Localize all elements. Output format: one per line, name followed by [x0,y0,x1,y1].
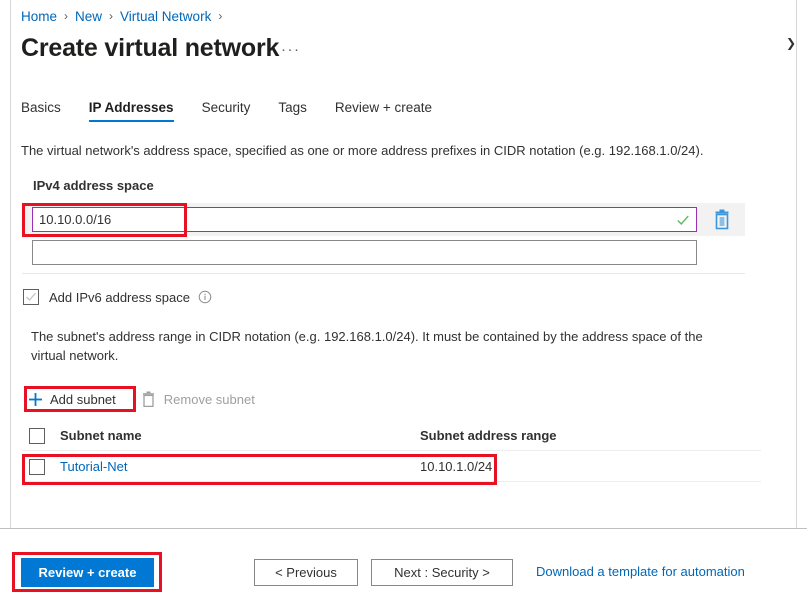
remove-subnet-label: Remove subnet [164,392,255,407]
row-select-checkbox[interactable] [29,459,45,475]
tab-review-create[interactable]: Review + create [335,100,432,122]
ipv4-address-space-label: IPv4 address space [33,178,154,193]
blade-right-divider [796,0,797,529]
ipv4-address-space-row [22,203,745,236]
trash-icon [141,391,157,407]
address-space-description: The virtual network's address space, spe… [21,141,761,160]
next-security-button[interactable]: Next : Security > [371,559,513,586]
info-icon[interactable] [198,290,212,304]
tab-tags[interactable]: Tags [278,100,307,122]
tab-bar: Basics IP Addresses Security Tags Review… [21,100,460,130]
previous-button[interactable]: < Previous [254,559,358,586]
ipv4-address-space-input[interactable] [39,212,672,227]
table-row[interactable]: Tutorial-Net 10.10.1.0/24 [22,451,761,482]
checkmark-icon [25,291,37,303]
tab-basics[interactable]: Basics [21,100,61,122]
subnet-name-link[interactable]: Tutorial-Net [60,459,420,474]
row-select-cell [22,459,60,475]
subnet-command-bar: Add subnet Remove subnet [27,388,255,410]
table-row-divider [22,481,761,482]
add-subnet-label: Add subnet [50,392,116,407]
breadcrumb-separator-icon: › [218,9,222,23]
page-title: Create virtual network [21,32,279,64]
ipv4-address-space-input-wrapper[interactable] [32,207,697,232]
select-all-checkbox[interactable] [29,428,45,444]
remove-subnet-button: Remove subnet [141,388,255,410]
add-ipv6-checkbox-label: Add IPv6 address space [49,290,190,305]
tab-security[interactable]: Security [202,100,251,122]
address-section-divider [22,273,745,274]
select-all-cell [22,428,60,444]
create-virtual-network-blade: Home › New › Virtual Network › Create vi… [0,0,807,604]
trash-icon [712,209,732,230]
tab-ip-addresses[interactable]: IP Addresses [89,100,174,122]
breadcrumb-item-home[interactable]: Home [21,9,57,24]
delete-address-space-button[interactable] [712,209,732,230]
add-ipv6-checkbox[interactable] [23,289,39,305]
review-create-button[interactable]: Review + create [21,558,154,587]
download-template-link[interactable]: Download a template for automation [536,564,745,579]
add-subnet-button[interactable]: Add subnet [27,388,116,410]
more-options-icon[interactable]: ··· [281,40,301,60]
ipv4-address-space-input-2[interactable] [39,245,690,260]
breadcrumb-separator-icon: › [109,9,113,23]
breadcrumb-item-virtual-network[interactable]: Virtual Network [120,9,211,24]
subnet-table: Subnet name Subnet address range Tutoria… [22,420,761,482]
subnet-description: The subnet's address range in CIDR notat… [31,327,737,365]
breadcrumb-item-new[interactable]: New [75,9,102,24]
ipv4-address-space-input-2-wrapper[interactable] [32,240,697,265]
chevron-right-icon[interactable]: ❯ [786,36,796,50]
column-header-subnet-address-range: Subnet address range [420,428,761,443]
column-header-subnet-name: Subnet name [60,428,420,443]
add-ipv6-address-space-row: Add IPv6 address space [23,287,212,307]
breadcrumb: Home › New › Virtual Network › [21,6,229,26]
checkmark-icon [676,213,690,227]
plus-icon [27,391,43,407]
subnet-table-header: Subnet name Subnet address range [22,420,761,451]
subnet-address-range-value: 10.10.1.0/24 [420,459,761,474]
footer-divider [0,528,807,529]
blade-left-divider [10,0,11,529]
breadcrumb-separator-icon: › [64,9,68,23]
